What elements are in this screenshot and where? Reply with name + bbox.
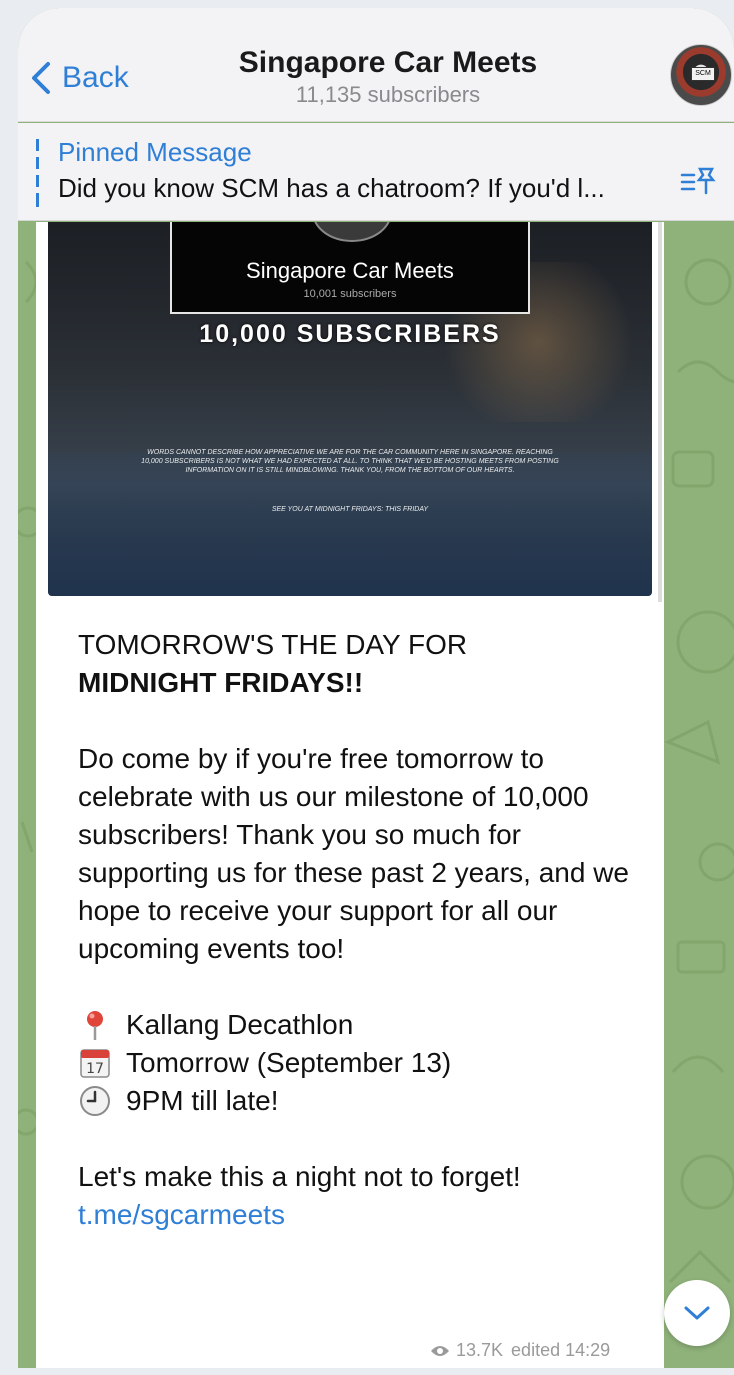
- channel-info[interactable]: Singapore Car Meets 11,135 subscribers: [178, 46, 598, 108]
- channel-avatar[interactable]: SCM: [670, 44, 732, 106]
- image-card-subtitle: 10,001 subscribers: [303, 288, 397, 300]
- clock-icon: [80, 1086, 110, 1116]
- channel-link[interactable]: t.me/sgcarmeets: [78, 1199, 285, 1230]
- closing-text: Let's make this a night not to forget!: [78, 1161, 521, 1192]
- back-button[interactable]: Back: [30, 56, 129, 100]
- image-cta: SEE YOU AT MIDNIGHT FRIDAYS: THIS FRIDAY: [271, 506, 429, 513]
- chevron-down-icon: [684, 1306, 710, 1320]
- pinned-indicator: [36, 139, 39, 207]
- message-meta: 13.7K edited 14:29: [430, 1340, 610, 1361]
- message-text: TOMORROW'S THE DAY FOR MIDNIGHT FRIDAYS!…: [78, 626, 638, 1234]
- media-scrollbar: [658, 222, 662, 602]
- date-row: 17 Tomorrow (September 13): [78, 1044, 638, 1082]
- message-body: Do come by if you're free tomorrow to ce…: [78, 743, 629, 964]
- time-text: 9PM till late!: [126, 1085, 279, 1116]
- image-card-title: Singapore Car Meets: [246, 258, 454, 283]
- subscriber-count: 11,135 subscribers: [295, 82, 481, 107]
- pinned-label: Pinned Message: [58, 137, 252, 167]
- message-image[interactable]: Singapore Car Meets 10,001 subscribers 1…: [48, 222, 652, 596]
- chat-header: Back Singapore Car Meets 11,135 subscrib…: [18, 8, 734, 122]
- channel-title: Singapore Car Meets: [238, 46, 538, 79]
- date-text: Tomorrow (September 13): [126, 1047, 452, 1078]
- eye-icon: [431, 1345, 449, 1356]
- back-label: Back: [62, 61, 129, 94]
- pinned-message-bar[interactable]: Pinned Message Did you know SCM has a ch…: [18, 123, 734, 221]
- chat-screen: Back Singapore Car Meets 11,135 subscrib…: [18, 8, 734, 1368]
- image-channel-card: Singapore Car Meets 10,001 subscribers: [170, 222, 530, 314]
- headline-line-2: MIDNIGHT FRIDAYS!!: [78, 667, 364, 698]
- image-caption: WORDS CANNOT DESCRIBE HOW APPRECIATIVE W…: [141, 449, 559, 474]
- scroll-down-button[interactable]: [664, 1280, 730, 1346]
- headline-line-1: TOMORROW'S THE DAY FOR: [78, 629, 468, 660]
- view-count: 13.7K: [456, 1340, 504, 1360]
- pin-icon: [87, 1011, 103, 1040]
- calendar-icon: 17: [80, 1049, 110, 1078]
- time-row: 9PM till late!: [78, 1082, 638, 1120]
- calendar-day: 17: [86, 1061, 104, 1077]
- pinned-text: Did you know SCM has a chatroom? If you'…: [58, 173, 605, 203]
- location-row: Kallang Decathlon: [78, 1006, 638, 1044]
- message-bubble: Singapore Car Meets 10,001 subscribers 1…: [36, 222, 664, 1368]
- avatar-plate: SCM: [691, 67, 715, 81]
- image-banner: 10,000 SUBSCRIBERS: [199, 320, 501, 348]
- location-text: Kallang Decathlon: [126, 1009, 354, 1040]
- chevron-left-icon: [32, 62, 50, 94]
- edited-time: edited 14:29: [511, 1340, 611, 1360]
- pin-list-icon[interactable]: [678, 163, 718, 199]
